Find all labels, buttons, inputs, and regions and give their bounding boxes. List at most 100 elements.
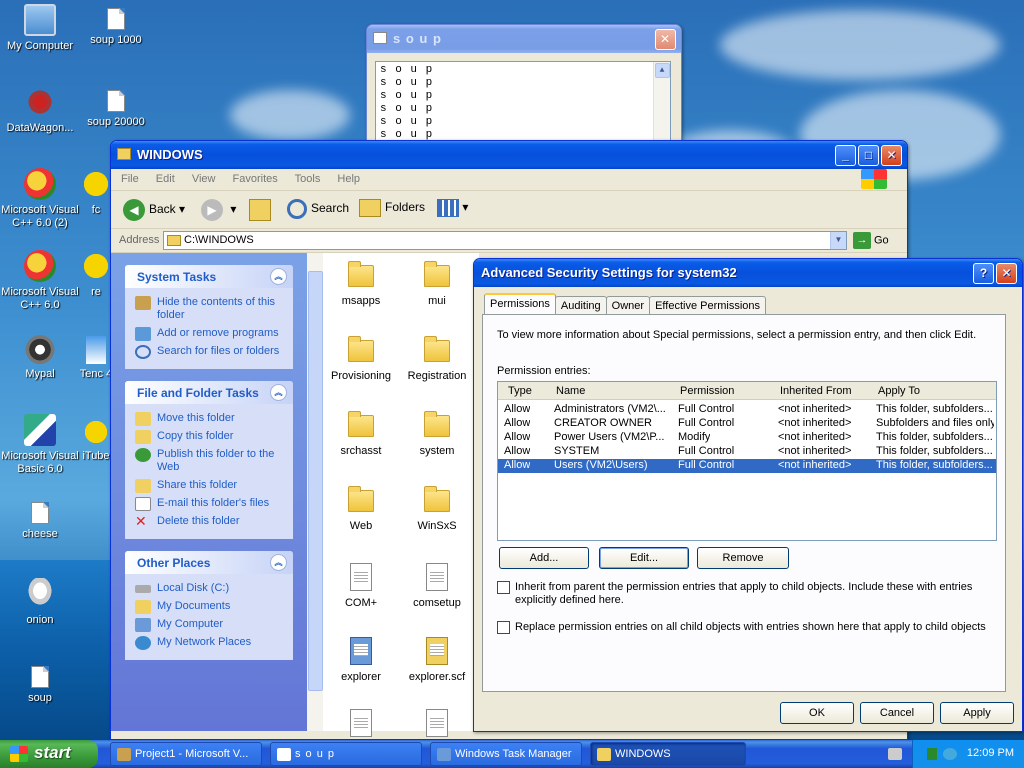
desktop-icon-msvc[interactable]: Microsoft Visual C++ 6.0: [0, 250, 80, 312]
desktop-icon-datawagon[interactable]: DataWagon...: [0, 86, 80, 135]
place-my-computer[interactable]: My Computer: [135, 618, 285, 632]
close-button[interactable]: ✕: [996, 263, 1017, 284]
start-button[interactable]: start: [0, 740, 98, 768]
column-apply-to[interactable]: Apply To: [878, 385, 920, 397]
collapse-chevron-icon[interactable]: ︽: [270, 384, 287, 401]
tray-app-icon[interactable]: [927, 748, 937, 760]
column-name[interactable]: Name: [556, 385, 585, 397]
taskbar-item-project1[interactable]: Project1 - Microsoft V...: [110, 742, 262, 766]
menu-favorites[interactable]: Favorites: [233, 173, 278, 185]
tab-auditing[interactable]: Auditing: [554, 296, 607, 315]
soup-text-area[interactable]: s o u p s o u p s o u p s o u p s o u p …: [375, 61, 671, 151]
permission-entries-list[interactable]: Type Name Permission Inherited From Appl…: [497, 381, 997, 541]
apply-button[interactable]: Apply: [940, 702, 1014, 724]
column-type[interactable]: Type: [508, 385, 532, 397]
place-local-disk[interactable]: Local Disk (C:): [135, 582, 285, 595]
scroll-thumb[interactable]: [308, 271, 323, 691]
table-row[interactable]: Allow Power Users (VM2\P... Modify <not …: [498, 431, 996, 445]
file-item-partial[interactable]: [323, 709, 399, 739]
file-item-winsxs[interactable]: WinSxS: [399, 486, 475, 532]
file-item-system[interactable]: system: [399, 411, 475, 457]
views-button[interactable]: ▾: [437, 199, 468, 217]
explorer-titlebar[interactable]: WINDOWS _ □ ✕: [111, 141, 907, 169]
explorer-scrollbar[interactable]: [307, 253, 324, 731]
scroll-up-icon[interactable]: ▲: [655, 63, 670, 78]
clock[interactable]: 12:09 PM: [967, 747, 1014, 759]
menu-file[interactable]: File: [121, 173, 139, 185]
chevron-down-icon[interactable]: ▼: [830, 232, 846, 249]
desktop-icon-cheese[interactable]: cheese: [0, 498, 80, 541]
place-my-documents[interactable]: My Documents: [135, 600, 285, 614]
collapse-chevron-icon[interactable]: ︽: [270, 554, 287, 571]
task-copy-folder[interactable]: Copy this folder: [135, 430, 285, 444]
column-inherited-from[interactable]: Inherited From: [780, 385, 852, 397]
add-button[interactable]: Add...: [499, 547, 589, 569]
go-button[interactable]: → Go: [853, 232, 889, 249]
desktop-icon-soup[interactable]: soup: [0, 662, 80, 705]
vertical-scrollbar[interactable]: ▲: [653, 62, 670, 151]
file-item-provisioning[interactable]: Provisioning: [323, 336, 399, 382]
menu-view[interactable]: View: [192, 173, 216, 185]
file-item-complus[interactable]: COM+: [323, 563, 399, 609]
checkbox-box[interactable]: [497, 621, 510, 634]
tab-permissions[interactable]: Permissions: [484, 293, 556, 315]
network-icon[interactable]: [943, 748, 957, 760]
back-button[interactable]: ◀ Back ▾: [123, 199, 185, 221]
edit-button[interactable]: Edit...: [599, 547, 689, 569]
desktop-icon-soup-20000[interactable]: soup 20000: [76, 86, 156, 129]
system-tasks-header[interactable]: System Tasks ︽: [125, 265, 293, 288]
task-email-files[interactable]: E-mail this folder's files: [135, 497, 285, 511]
task-hide-contents[interactable]: Hide the contents of this folder: [135, 296, 285, 322]
table-row[interactable]: Allow Administrators (VM2\... Full Contr…: [498, 403, 996, 417]
forward-button[interactable]: ▶ ▾: [201, 199, 236, 221]
search-button[interactable]: Search: [287, 199, 349, 219]
cancel-button[interactable]: Cancel: [860, 702, 934, 724]
table-row[interactable]: Allow CREATOR OWNER Full Control <not in…: [498, 417, 996, 431]
taskbar-item-windows[interactable]: WINDOWS: [590, 742, 746, 766]
minimize-button[interactable]: _: [835, 145, 856, 166]
file-item-mui[interactable]: mui: [399, 261, 475, 307]
desktop-icon-soup-1000[interactable]: soup 1000: [76, 4, 156, 47]
file-item-explorer[interactable]: explorer: [323, 637, 399, 683]
desktop-icon-msvc-2[interactable]: Microsoft Visual C++ 6.0 (2): [0, 168, 80, 230]
file-item-comsetup[interactable]: comsetup: [399, 563, 475, 609]
soup-titlebar[interactable]: s o u p ✕: [367, 25, 681, 53]
help-button[interactable]: ?: [973, 263, 994, 284]
address-input[interactable]: C:\WINDOWS ▼: [163, 231, 847, 250]
task-move-folder[interactable]: Move this folder: [135, 412, 285, 426]
file-item-srchasst[interactable]: srchasst: [323, 411, 399, 457]
up-button[interactable]: [249, 199, 271, 221]
other-places-header[interactable]: Other Places ︽: [125, 551, 293, 574]
menu-edit[interactable]: Edit: [156, 173, 175, 185]
desktop-icon-mypal[interactable]: Mypal: [0, 332, 80, 381]
file-item-explorer-scf[interactable]: explorer.scf: [399, 637, 475, 683]
close-button[interactable]: ✕: [655, 29, 676, 50]
table-row-selected[interactable]: Allow Users (VM2\Users) Full Control <no…: [498, 459, 996, 473]
close-button[interactable]: ✕: [881, 145, 902, 166]
file-item-partial[interactable]: [399, 709, 475, 739]
folders-button[interactable]: Folders: [359, 199, 425, 217]
table-row[interactable]: Allow SYSTEM Full Control <not inherited…: [498, 445, 996, 459]
task-delete-folder[interactable]: ✕ Delete this folder: [135, 514, 285, 528]
task-share-folder[interactable]: Share this folder: [135, 479, 285, 493]
place-my-network-places[interactable]: My Network Places: [135, 636, 285, 650]
ok-button[interactable]: OK: [780, 702, 854, 724]
task-publish-folder[interactable]: Publish this folder to the Web: [135, 448, 285, 474]
file-folder-tasks-header[interactable]: File and Folder Tasks ︽: [125, 381, 293, 404]
checkbox-box[interactable]: [497, 581, 510, 594]
menu-help[interactable]: Help: [337, 173, 360, 185]
file-item-registration[interactable]: Registration: [399, 336, 475, 382]
desktop-icon-onion[interactable]: onion: [0, 578, 80, 627]
file-item-web[interactable]: Web: [323, 486, 399, 532]
column-permission[interactable]: Permission: [680, 385, 734, 397]
menu-tools[interactable]: Tools: [295, 173, 321, 185]
replace-checkbox[interactable]: Replace permission entries on all child …: [497, 621, 997, 634]
file-item-msapps[interactable]: msapps: [323, 261, 399, 307]
maximize-button[interactable]: □: [858, 145, 879, 166]
desktop-icon-my-computer[interactable]: My Computer: [0, 4, 80, 53]
collapse-chevron-icon[interactable]: ︽: [270, 268, 287, 285]
remove-button[interactable]: Remove: [697, 547, 789, 569]
tab-owner[interactable]: Owner: [605, 296, 651, 315]
taskbar-item-task-manager[interactable]: Windows Task Manager: [430, 742, 582, 766]
inherit-checkbox[interactable]: Inherit from parent the permission entri…: [497, 581, 997, 607]
